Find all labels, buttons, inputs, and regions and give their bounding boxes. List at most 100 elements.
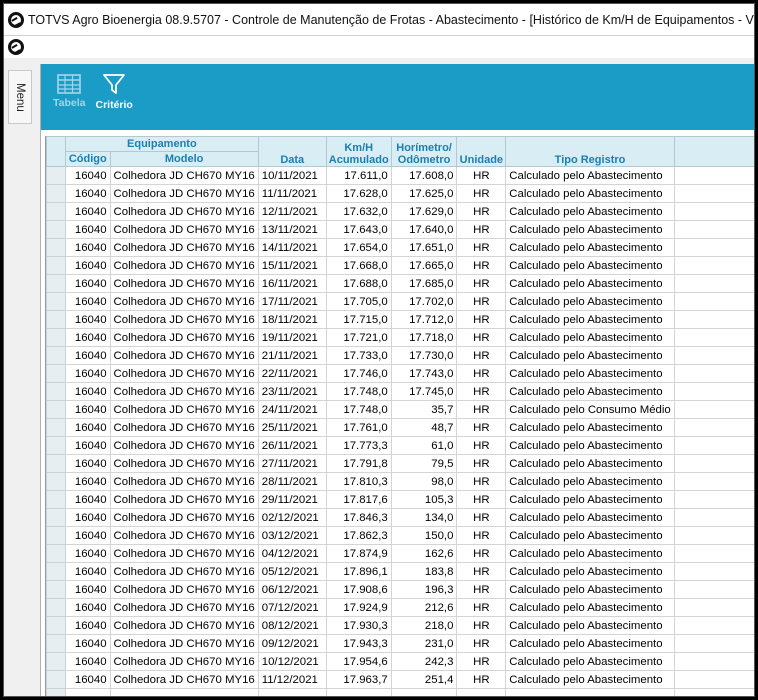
tabela-button[interactable]: Tabela xyxy=(53,74,85,109)
table-row[interactable]: 16040 Colhedora JD CH670 MY16 06/12/2021 17… xyxy=(46,580,754,599)
cell-unidade: HR xyxy=(456,382,507,401)
menu-tab[interactable]: Menu xyxy=(8,70,32,124)
cell-data: 17/11/2021 xyxy=(257,292,327,311)
table-row[interactable]: 16040 Colhedora JD CH670 MY16 11/12/2021 17… xyxy=(46,670,754,689)
table-row[interactable]: 16040 Colhedora JD CH670 MY16 26/11/2021 17… xyxy=(46,436,754,455)
row-indicator[interactable] xyxy=(46,220,66,239)
table-row[interactable]: 16040 Colhedora JD CH670 MY16 18/11/2021 17… xyxy=(46,310,754,329)
child-window-logo-icon[interactable] xyxy=(8,39,24,55)
row-indicator[interactable] xyxy=(46,346,66,365)
table-row[interactable]: 16040 Colhedora JD CH670 MY16 10/12/2021 17… xyxy=(46,652,754,671)
row-indicator[interactable] xyxy=(46,562,66,581)
table-row[interactable]: 16040 Colhedora JD CH670 MY16 05/12/2021 17… xyxy=(46,562,754,581)
cell-km: 17.654,0 xyxy=(325,238,392,257)
row-indicator[interactable] xyxy=(46,454,66,473)
row-indicator[interactable] xyxy=(46,670,66,689)
row-indicator[interactable] xyxy=(46,328,66,347)
cell-tipo: Calculado pelo Abastecimento xyxy=(505,544,675,563)
row-indicator[interactable] xyxy=(46,274,66,293)
row-indicator[interactable] xyxy=(46,382,66,401)
table-row[interactable]: 16040 Colhedora JD CH670 MY16 14/11/2021 17… xyxy=(46,238,754,257)
cell-modelo: Colhedora JD CH670 MY16 xyxy=(109,364,259,383)
table-row[interactable]: 16040 Colhedora JD CH670 MY16 02/12/2021 17… xyxy=(46,508,754,527)
table-row[interactable]: 16040 Colhedora JD CH670 MY16 12/11/2021 17… xyxy=(46,202,754,221)
row-indicator[interactable] xyxy=(46,184,66,203)
row-indicator[interactable] xyxy=(46,292,66,311)
modelo-column-header[interactable]: Modelo xyxy=(109,151,259,167)
cell-tipo: Calculado pelo Abastecimento xyxy=(505,634,675,653)
table-row[interactable]: 16040 Colhedora JD CH670 MY16 24/11/2021 17… xyxy=(46,400,754,419)
unidade-column-header[interactable]: Unidade xyxy=(456,136,507,167)
cell-tipo: Calculado pelo Abastecimento xyxy=(505,616,675,635)
codigo-column-header[interactable]: Código xyxy=(64,151,111,167)
row-indicator[interactable] xyxy=(46,238,66,257)
table-row[interactable]: 16040 Colhedora JD CH670 MY16 16/11/2021 17… xyxy=(46,274,754,293)
criterio-button[interactable]: Critério xyxy=(95,74,133,111)
table-row[interactable]: 16040 Colhedora JD CH670 MY16 17/11/2021 17… xyxy=(46,292,754,311)
cell-filler xyxy=(673,220,754,239)
cell-modelo: Colhedora JD CH670 MY16 xyxy=(109,526,259,545)
cell-data: 29/11/2021 xyxy=(257,490,327,509)
cell-horimetro: 162,6 xyxy=(390,544,458,563)
table-row[interactable]: 16040 Colhedora JD CH670 MY16 22/11/2021 17… xyxy=(46,364,754,383)
cell-data: 07/12/2021 xyxy=(257,598,327,617)
cell-unidade: HR xyxy=(456,166,507,185)
row-indicator[interactable] xyxy=(46,256,66,275)
row-indicator[interactable] xyxy=(46,508,66,527)
cell-km: 17.733,0 xyxy=(325,346,392,365)
cell-data: 09/12/2021 xyxy=(257,634,327,653)
horimetro-column-header[interactable]: Horímetro/ Odômetro xyxy=(390,136,458,167)
cell-data: 08/12/2021 xyxy=(257,616,327,635)
row-indicator[interactable] xyxy=(46,598,66,617)
cell-tipo: Calculado pelo Abastecimento xyxy=(505,202,675,221)
row-indicator[interactable] xyxy=(46,580,66,599)
data-column-header[interactable]: Data xyxy=(257,136,327,167)
row-indicator[interactable] xyxy=(46,400,66,419)
row-indicator[interactable] xyxy=(46,652,66,671)
cell-codigo: 16040 xyxy=(64,220,111,239)
km-column-header[interactable]: Km/H Acumulado xyxy=(325,136,392,167)
cell-codigo: 16040 xyxy=(64,580,111,599)
table-row[interactable]: 16040 Colhedora JD CH670 MY16 28/11/2021 17… xyxy=(46,472,754,491)
cell-modelo: Colhedora JD CH670 MY16 xyxy=(109,418,259,437)
row-indicator[interactable] xyxy=(46,526,66,545)
cell-data: 04/12/2021 xyxy=(257,544,327,563)
row-indicator[interactable] xyxy=(46,418,66,437)
row-indicator[interactable] xyxy=(46,490,66,509)
row-indicator[interactable] xyxy=(46,310,66,329)
tipo-registro-column-header[interactable]: Tipo Registro xyxy=(505,136,675,167)
cell-modelo: Colhedora JD CH670 MY16 xyxy=(109,400,259,419)
table-row[interactable]: 16040 Colhedora JD CH670 MY16 09/12/2021 17… xyxy=(46,634,754,653)
table-row[interactable]: 16040 Colhedora JD CH670 MY16 19/11/2021 17… xyxy=(46,328,754,347)
row-indicator[interactable] xyxy=(46,166,66,185)
cell-km: 17.705,0 xyxy=(325,292,392,311)
cell-km: 17.896,1 xyxy=(325,562,392,581)
table-row[interactable]: 16040 Colhedora JD CH670 MY16 13/11/2021 17… xyxy=(46,220,754,239)
empty-cell xyxy=(257,688,327,696)
row-indicator[interactable] xyxy=(46,544,66,563)
row-indicator[interactable] xyxy=(46,472,66,491)
table-row[interactable]: 16040 Colhedora JD CH670 MY16 11/11/2021 17… xyxy=(46,184,754,203)
table-row[interactable]: 16040 Colhedora JD CH670 MY16 10/11/2021 17… xyxy=(46,166,754,185)
table-row[interactable]: 16040 Colhedora JD CH670 MY16 03/12/2021 17… xyxy=(46,526,754,545)
table-row[interactable]: 16040 Colhedora JD CH670 MY16 23/11/2021 17… xyxy=(46,382,754,401)
row-indicator[interactable] xyxy=(46,364,66,383)
table-row[interactable]: 16040 Colhedora JD CH670 MY16 25/11/2021 17… xyxy=(46,418,754,437)
cell-filler xyxy=(673,418,754,437)
empty-cell xyxy=(505,688,675,696)
cell-data: 19/11/2021 xyxy=(257,328,327,347)
cell-data: 21/11/2021 xyxy=(257,346,327,365)
row-indicator[interactable] xyxy=(46,202,66,221)
table-row[interactable]: 16040 Colhedora JD CH670 MY16 15/11/2021 17… xyxy=(46,256,754,275)
table-row[interactable]: 16040 Colhedora JD CH670 MY16 29/11/2021 17… xyxy=(46,490,754,509)
table-row[interactable]: 16040 Colhedora JD CH670 MY16 27/11/2021 17… xyxy=(46,454,754,473)
row-indicator[interactable] xyxy=(46,436,66,455)
row-indicator[interactable] xyxy=(46,616,66,635)
table-row[interactable]: 16040 Colhedora JD CH670 MY16 07/12/2021 17… xyxy=(46,598,754,617)
row-indicator[interactable] xyxy=(46,634,66,653)
table-row[interactable]: 16040 Colhedora JD CH670 MY16 21/11/2021 17… xyxy=(46,346,754,365)
cell-filler xyxy=(673,508,754,527)
table-row[interactable]: 16040 Colhedora JD CH670 MY16 04/12/2021 17… xyxy=(46,544,754,563)
ribbon-toolbar: Tabela Critério xyxy=(41,64,754,130)
table-row[interactable]: 16040 Colhedora JD CH670 MY16 08/12/2021 17… xyxy=(46,616,754,635)
